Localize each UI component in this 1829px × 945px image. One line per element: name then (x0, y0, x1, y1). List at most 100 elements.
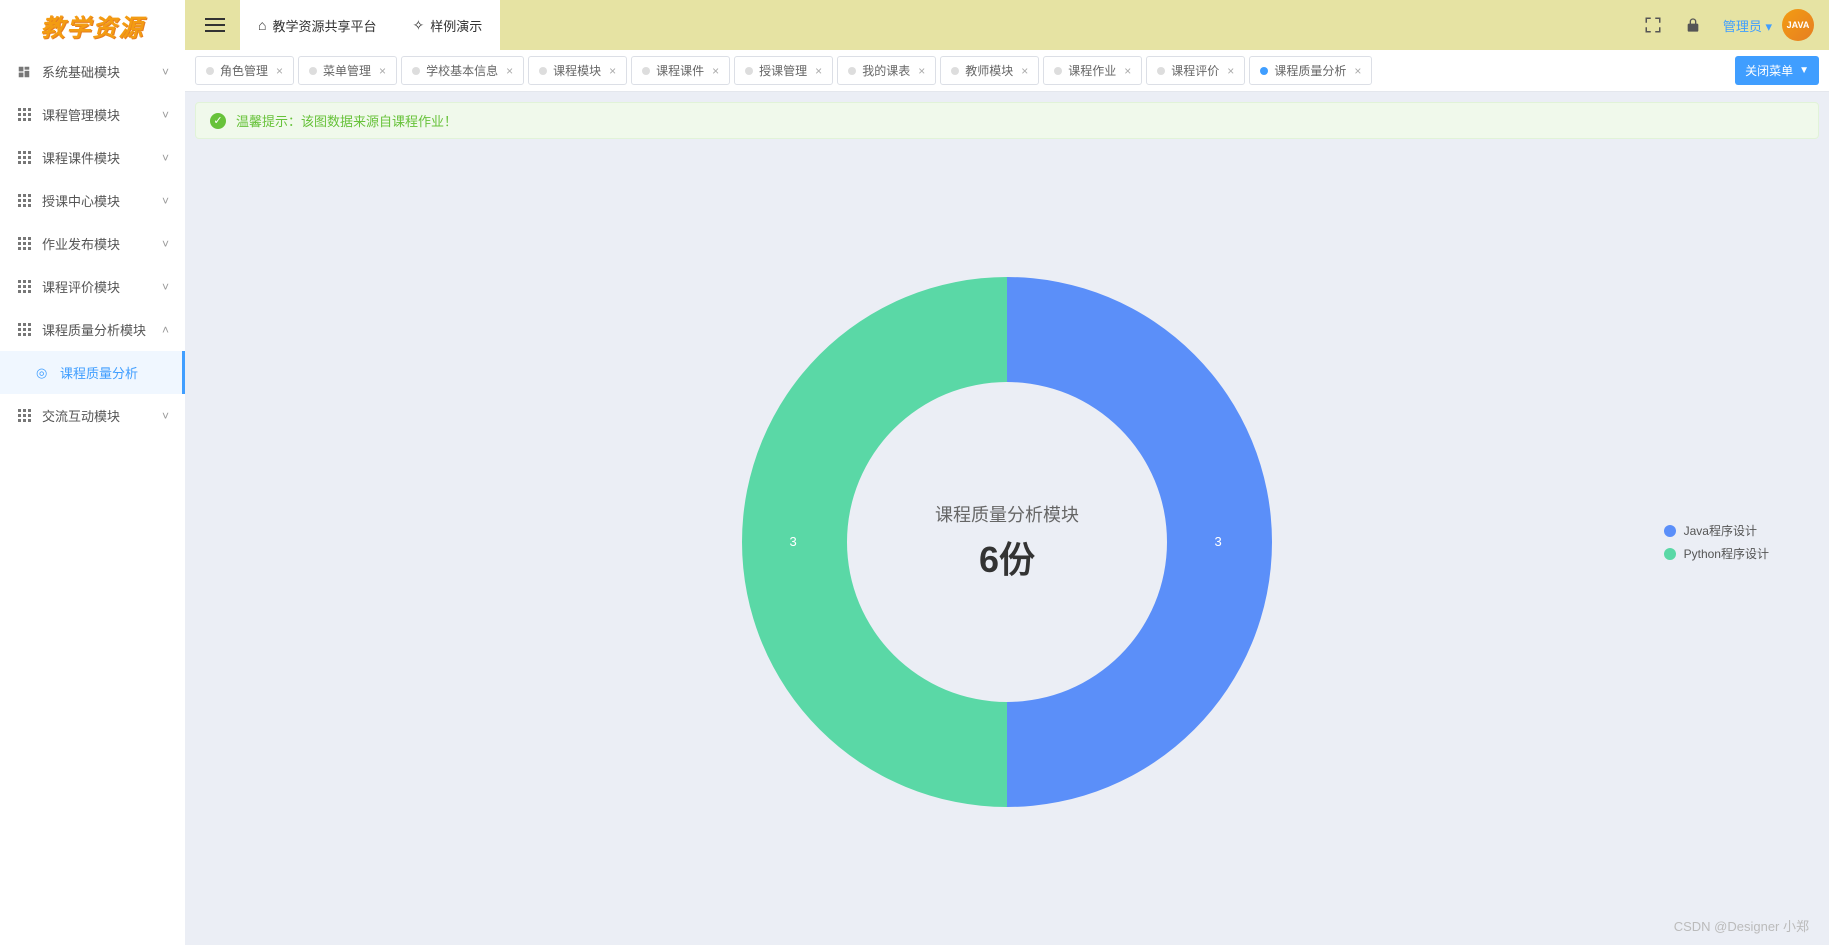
close-icon[interactable]: × (1124, 64, 1131, 78)
tab-label: 课程课件 (656, 62, 704, 79)
grid-icon (16, 322, 32, 338)
tab-8[interactable]: 课程作业 × (1043, 56, 1142, 85)
tab-dot-icon (1157, 67, 1165, 75)
tab-label: 教师模块 (965, 62, 1013, 79)
tab-dot-icon (848, 67, 856, 75)
sidebar-item-5[interactable]: 课程评价模块˅ (0, 265, 185, 308)
close-menu-dropdown[interactable]: 关闭菜单 ▼ (1735, 56, 1819, 85)
chart-center: 课程质量分析模块 6份 (935, 501, 1079, 583)
legend-item-1[interactable]: Python程序设计 (1664, 545, 1769, 562)
sidebar-item-label: 交流互动模块 (42, 406, 162, 425)
tab-dot-icon (745, 67, 753, 75)
sidebar-item-1[interactable]: 课程管理模块˅ (0, 93, 185, 136)
sidebar-item-2[interactable]: 课程课件模块˅ (0, 136, 185, 179)
sidebar-item-label: 课程课件模块 (42, 148, 162, 167)
chevron-down-icon: ˅ (162, 280, 169, 294)
chevron-down-icon: ˅ (162, 409, 169, 423)
close-menu-label: 关闭菜单 (1745, 62, 1793, 79)
chart-total: 6份 (935, 531, 1079, 583)
tab-dot-icon (1054, 67, 1062, 75)
sparkle-icon: ✧ (412, 17, 424, 34)
dashboard-icon (16, 64, 32, 80)
tab-dot-icon (951, 67, 959, 75)
demo-label: 样例演示 (430, 16, 482, 35)
admin-dropdown[interactable]: 管理员 ▾ (1723, 16, 1772, 35)
slice-value-1: 3 (790, 534, 797, 549)
chevron-down-icon: ˅ (162, 151, 169, 165)
sidebar-item-label: 作业发布模块 (42, 234, 162, 253)
grid-icon (16, 193, 32, 209)
check-icon: ✓ (210, 113, 226, 129)
sidebar: 教学资源 系统基础模块˅课程管理模块˅课程课件模块˅授课中心模块˅作业发布模块˅… (0, 0, 185, 945)
donut-chart: 课程质量分析模块 6份 33 (727, 262, 1287, 822)
legend-dot-icon (1664, 525, 1676, 537)
sidebar-sub-active[interactable]: ◎课程质量分析 (0, 351, 185, 394)
tab-6[interactable]: 我的课表 × (837, 56, 936, 85)
tab-10[interactable]: 课程质量分析× (1249, 56, 1372, 85)
tab-dot-icon (412, 67, 420, 75)
close-icon[interactable]: × (609, 64, 616, 78)
grid-icon (16, 279, 32, 295)
tab-dot-icon (309, 67, 317, 75)
header: ⌂ 教学资源共享平台 ✧ 样例演示 管理员 ▾ JAVA (185, 0, 1829, 50)
tab-0[interactable]: 角色管理 × (195, 56, 294, 85)
close-icon[interactable]: × (1227, 64, 1234, 78)
watermark: CSDN @Designer 小郑 (1674, 916, 1809, 935)
tab-label: 我的课表 (862, 62, 910, 79)
tab-label: 课程作业 (1068, 62, 1116, 79)
chart-legend: Java程序设计 Python程序设计 (1664, 516, 1769, 568)
chart-container: 课程质量分析模块 6份 33 Java程序设计 Python程序设计 CSDN @… (185, 139, 1829, 945)
tab-label: 课程评价 (1171, 62, 1219, 79)
tab-5[interactable]: 授课管理 × (734, 56, 833, 85)
tab-dot-icon (1260, 67, 1268, 75)
sidebar-item-label: 课程管理模块 (42, 105, 162, 124)
menu-toggle-button[interactable] (200, 10, 230, 40)
close-icon[interactable]: × (1354, 64, 1361, 78)
sidebar-item-7[interactable]: 交流互动模块˅ (0, 394, 185, 437)
tab-7[interactable]: 教师模块 × (940, 56, 1039, 85)
lock-button[interactable] (1677, 9, 1709, 41)
tab-4[interactable]: 课程课件 × (631, 56, 730, 85)
tab-dot-icon (642, 67, 650, 75)
tab-3[interactable]: 课程模块× (528, 56, 627, 85)
tab-2[interactable]: 学校基本信息 × (401, 56, 524, 85)
sidebar-item-3[interactable]: 授课中心模块˅ (0, 179, 185, 222)
sidebar-sub-label: 课程质量分析 (60, 363, 138, 382)
sidebar-item-label: 授课中心模块 (42, 191, 162, 210)
sidebar-item-0[interactable]: 系统基础模块˅ (0, 50, 185, 93)
close-icon[interactable]: × (506, 64, 513, 78)
avatar[interactable]: JAVA (1782, 9, 1814, 41)
fullscreen-button[interactable] (1637, 9, 1669, 41)
close-icon[interactable]: × (276, 64, 283, 78)
content: ✓ 温馨提示：该图数据来源自课程作业！ 课程质量分析模块 6份 33 Java程… (185, 92, 1829, 945)
chart-title: 课程质量分析模块 (935, 501, 1079, 527)
close-icon[interactable]: × (918, 64, 925, 78)
caret-down-icon: ▼ (1799, 65, 1809, 76)
tab-label: 授课管理 (759, 62, 807, 79)
demo-button[interactable]: ✧ 样例演示 (394, 0, 500, 50)
tab-dot-icon (539, 67, 547, 75)
sidebar-item-4[interactable]: 作业发布模块˅ (0, 222, 185, 265)
chevron-up-icon: ˄ (162, 323, 169, 337)
tab-label: 角色管理 (220, 62, 268, 79)
close-icon[interactable]: × (815, 64, 822, 78)
close-icon[interactable]: × (379, 64, 386, 78)
grid-icon (16, 408, 32, 424)
home-icon: ⌂ (258, 17, 266, 33)
close-icon[interactable]: × (712, 64, 719, 78)
legend-item-0[interactable]: Java程序设计 (1664, 522, 1769, 539)
platform-label: 教学资源共享平台 (272, 16, 376, 35)
platform-home-button[interactable]: ⌂ 教学资源共享平台 (240, 0, 394, 50)
sidebar-menu: 系统基础模块˅课程管理模块˅课程课件模块˅授课中心模块˅作业发布模块˅课程评价模… (0, 50, 185, 945)
tabs-bar: 角色管理×菜单管理×学校基本信息×课程模块×课程课件×授课管理×我的课表×教师模… (185, 50, 1829, 92)
chevron-down-icon: ˅ (162, 108, 169, 122)
tab-1[interactable]: 菜单管理× (298, 56, 397, 85)
hint-bar: ✓ 温馨提示：该图数据来源自课程作业！ (195, 102, 1819, 139)
chevron-down-icon: ˅ (162, 65, 169, 79)
sidebar-item-6[interactable]: 课程质量分析模块˄ (0, 308, 185, 351)
tab-9[interactable]: 课程评价 × (1146, 56, 1245, 85)
tab-label: 学校基本信息 (426, 62, 498, 79)
close-icon[interactable]: × (1021, 64, 1028, 78)
tab-dot-icon (206, 67, 214, 75)
hint-text: 温馨提示：该图数据来源自课程作业！ (236, 111, 457, 130)
